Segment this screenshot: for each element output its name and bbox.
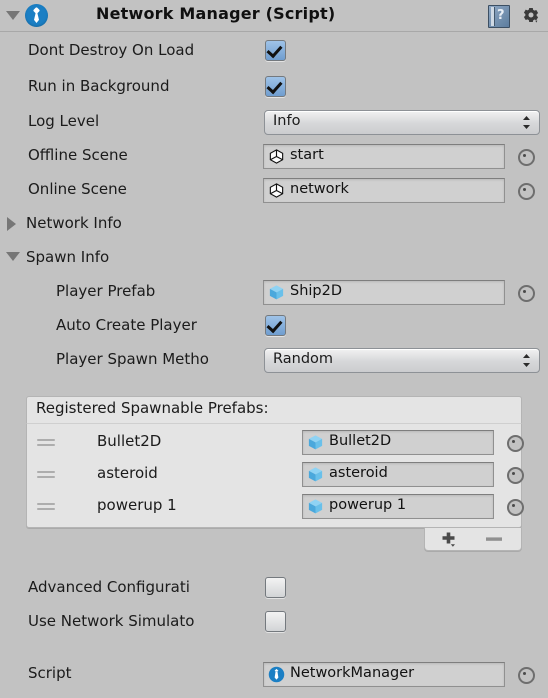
advanced-configuration-label: Advanced Configurati	[28, 578, 190, 596]
component-title: Network Manager (Script)	[96, 4, 336, 23]
offline-scene-value: start	[290, 147, 324, 163]
dont-destroy-on-load-checkbox[interactable]	[265, 40, 286, 61]
list-item-name: Bullet2D	[97, 432, 162, 450]
use-network-simulator-checkbox[interactable]	[265, 611, 286, 632]
spawn-info-label: Spawn Info	[26, 248, 110, 266]
help-book-icon[interactable]	[488, 5, 510, 28]
list-item[interactable]: Bullet2D Bullet2D	[27, 427, 524, 459]
player-spawn-method-label: Player Spawn Metho	[56, 350, 209, 368]
row-use-network-simulator: Use Network Simulato	[0, 604, 548, 638]
spawnable-prefabs-list-footer	[424, 528, 522, 551]
log-level-value: Info	[273, 113, 301, 129]
add-prefab-button[interactable]	[439, 531, 461, 547]
online-scene-picker-button[interactable]	[518, 183, 535, 200]
spawnable-prefabs-list: Registered Spawnable Prefabs: Bullet2D B…	[26, 396, 524, 551]
log-level-label: Log Level	[28, 112, 100, 130]
row-spawn-info[interactable]: Spawn Info	[0, 240, 548, 274]
run-in-background-label: Run in Background	[28, 77, 170, 95]
spawnable-prefabs-header-label: Registered Spawnable Prefabs:	[36, 399, 269, 417]
list-item[interactable]: powerup 1 powerup 1	[27, 491, 524, 523]
spawnable-prefabs-list-header: Registered Spawnable Prefabs:	[26, 396, 522, 423]
list-item-picker-button[interactable]	[507, 499, 524, 516]
run-in-background-checkbox[interactable]	[265, 76, 286, 97]
gear-icon[interactable]	[522, 7, 540, 25]
spawnable-prefabs-list-body: Bullet2D Bullet2D asteroid asteroid powe…	[26, 423, 524, 528]
row-dont-destroy-on-load: Dont Destroy On Load	[0, 32, 548, 68]
drag-handle-icon[interactable]	[37, 439, 55, 446]
prefab-cube-icon	[308, 499, 323, 514]
offline-scene-label: Offline Scene	[28, 146, 128, 164]
prefab-cube-icon	[308, 435, 323, 450]
row-player-spawn-method: Player Spawn Metho Random	[0, 342, 548, 376]
row-log-level: Log Level Info	[0, 104, 548, 138]
row-auto-create-player: Auto Create Player	[0, 308, 548, 342]
use-network-simulator-label: Use Network Simulato	[28, 612, 195, 630]
advanced-configuration-checkbox[interactable]	[265, 577, 286, 598]
log-level-dropdown[interactable]: Info	[264, 110, 540, 135]
player-prefab-value: Ship2D	[290, 283, 343, 299]
dont-destroy-on-load-label: Dont Destroy On Load	[28, 41, 195, 59]
row-advanced-configuration: Advanced Configurati	[0, 570, 548, 604]
component-header[interactable]: Network Manager (Script)	[0, 0, 548, 32]
prefab-cube-icon	[308, 467, 323, 482]
player-prefab-label: Player Prefab	[56, 282, 156, 300]
list-item-value: Bullet2D	[329, 433, 392, 449]
row-player-prefab: Player Prefab Ship2D	[0, 274, 548, 308]
player-prefab-object-field[interactable]: Ship2D	[263, 280, 505, 305]
auto-create-player-checkbox[interactable]	[265, 315, 286, 336]
player-spawn-method-dropdown[interactable]: Random	[264, 348, 540, 373]
list-item-picker-button[interactable]	[507, 435, 524, 452]
row-offline-scene: Offline Scene start	[0, 138, 548, 172]
network-info-label: Network Info	[26, 214, 122, 232]
online-scene-value: network	[290, 181, 349, 197]
online-scene-object-field[interactable]: network	[263, 178, 505, 203]
unity-scene-icon	[269, 149, 284, 164]
list-item-object-field[interactable]: Bullet2D	[302, 430, 494, 455]
list-item-value: asteroid	[329, 465, 388, 481]
row-online-scene: Online Scene network	[0, 172, 548, 206]
script-object-field[interactable]: NetworkManager	[263, 662, 505, 687]
script-picker-button[interactable]	[518, 667, 535, 684]
unity-script-icon	[25, 4, 48, 27]
unity-scene-icon	[269, 183, 284, 198]
offline-scene-object-field[interactable]: start	[263, 144, 505, 169]
spawn-info-foldout-arrow[interactable]	[6, 252, 20, 261]
unity-script-icon	[268, 666, 285, 683]
list-item-name: asteroid	[97, 464, 158, 482]
list-item-value: powerup 1	[329, 497, 407, 513]
component-foldout-arrow[interactable]	[6, 11, 20, 20]
offline-scene-picker-button[interactable]	[518, 149, 535, 166]
remove-prefab-button[interactable]	[483, 531, 505, 547]
network-info-foldout-arrow[interactable]	[7, 217, 16, 231]
script-value: NetworkManager	[290, 665, 415, 681]
prefab-cube-icon	[269, 285, 284, 300]
list-item[interactable]: asteroid asteroid	[27, 459, 524, 491]
auto-create-player-label: Auto Create Player	[56, 316, 197, 334]
online-scene-label: Online Scene	[28, 180, 127, 198]
chevron-updown-icon	[523, 116, 530, 129]
list-item-object-field[interactable]: powerup 1	[302, 494, 494, 519]
drag-handle-icon[interactable]	[37, 471, 55, 478]
list-item-object-field[interactable]: asteroid	[302, 462, 494, 487]
list-item-name: powerup 1	[97, 496, 177, 514]
drag-handle-icon[interactable]	[37, 503, 55, 510]
list-item-picker-button[interactable]	[507, 467, 524, 484]
chevron-updown-icon	[523, 354, 530, 367]
row-network-info[interactable]: Network Info	[0, 206, 548, 240]
script-label: Script	[28, 664, 72, 682]
player-prefab-picker-button[interactable]	[518, 285, 535, 302]
row-script: Script NetworkManager	[0, 656, 548, 690]
player-spawn-method-value: Random	[273, 351, 334, 367]
row-run-in-background: Run in Background	[0, 68, 548, 104]
